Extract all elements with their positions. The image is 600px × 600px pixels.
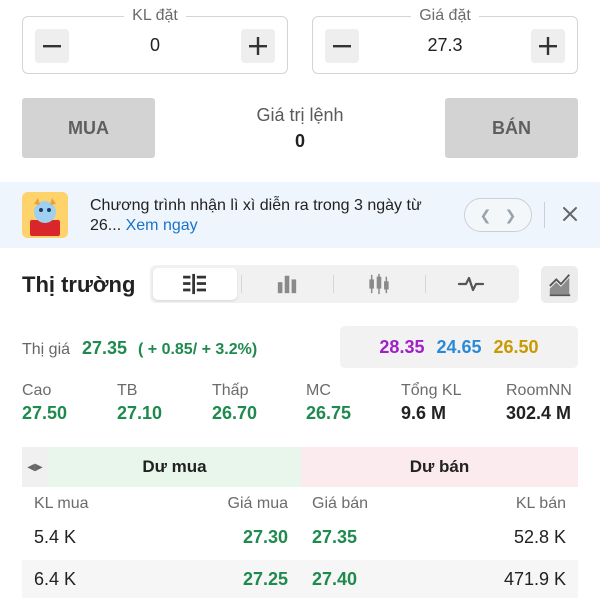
promo-text: Chương trình nhận lì xì diễn ra trong 3 … — [90, 196, 440, 236]
bar-chart-icon — [277, 275, 297, 294]
plus-icon — [539, 37, 557, 55]
ceiling-price: 28.35 — [379, 336, 425, 357]
orderbook-header: ◀▶ Dư mua Dư bán — [22, 447, 578, 487]
pulse-icon — [457, 276, 485, 292]
tab-candlestick-chart[interactable] — [337, 268, 421, 300]
minus-icon — [43, 45, 61, 48]
stat-average: TB 27.10 — [117, 382, 162, 424]
quantity-input[interactable]: 0 — [73, 35, 237, 56]
reference-prices: 28.35 24.65 26.50 — [340, 326, 578, 368]
sell-price: 27.40 — [312, 569, 358, 589]
stat-label: TB — [117, 382, 138, 399]
banner-pager: ❮ ❯ — [464, 198, 532, 232]
close-icon — [563, 207, 577, 221]
column-buy-qty: KL mua — [34, 495, 89, 512]
order-value: 0 — [294, 131, 305, 151]
stat-matched: MC 26.75 — [306, 382, 351, 424]
stat-value: 26.70 — [212, 403, 258, 423]
stat-foreign-room: RoomNN 302.4 M — [506, 382, 572, 424]
quantity-increase-button[interactable] — [241, 29, 275, 63]
market-view-tabs — [150, 265, 519, 303]
stat-value: 26.75 — [306, 403, 352, 423]
buy-side-header: Dư mua — [48, 447, 301, 487]
table-row: 5.4 K 27.30 27.35 52.8 K — [22, 518, 578, 556]
tab-orderbook[interactable] — [153, 268, 237, 300]
market-price-label: Thị giá — [22, 341, 71, 358]
price-change: ( + 0.85/ + 3.2%) — [138, 341, 258, 358]
stat-total-volume: Tổng KL 9.6 M — [401, 382, 461, 424]
stat-value: 9.6 M — [401, 403, 447, 423]
buy-price: 27.30 — [242, 527, 288, 547]
stat-label: MC — [306, 382, 331, 399]
stat-value: 302.4 M — [506, 403, 572, 423]
quantity-field[interactable]: KL đặt 0 — [22, 7, 288, 74]
banner-divider — [544, 202, 545, 228]
tab-volume-chart[interactable] — [245, 268, 329, 300]
stat-value: 27.10 — [117, 403, 163, 423]
column-sell-price: Giá bán — [312, 495, 369, 512]
sell-button[interactable]: BÁN — [445, 98, 578, 158]
stat-high: Cao 27.50 — [22, 382, 67, 424]
stat-label: Tổng KL — [401, 382, 462, 399]
area-chart-icon — [548, 273, 570, 296]
price-input[interactable]: 27.3 — [363, 35, 527, 56]
sell-qty: 471.9 K — [503, 569, 566, 589]
banner-close-button[interactable] — [556, 200, 584, 228]
buy-price: 27.25 — [242, 569, 288, 589]
advanced-chart-button[interactable] — [541, 266, 578, 303]
plus-icon — [249, 37, 267, 55]
orderbook-icon — [183, 273, 206, 295]
quantity-label: KL đặt — [124, 7, 186, 24]
buy-qty: 6.4 K — [34, 569, 77, 589]
market-title: Thị trường — [22, 272, 136, 297]
stat-label: Thấp — [212, 382, 249, 399]
minus-icon — [333, 45, 351, 48]
chevron-right-icon[interactable]: ❯ — [505, 207, 517, 224]
price-field[interactable]: Giá đặt 27.3 — [312, 7, 578, 74]
price-increase-button[interactable] — [531, 29, 565, 63]
stat-label: Cao — [22, 382, 52, 399]
sell-side-header: Dư bán — [301, 447, 578, 487]
sell-price: 27.35 — [312, 527, 358, 547]
stat-low: Thấp 26.70 — [212, 382, 257, 424]
reference-price: 26.50 — [493, 336, 539, 357]
price-label: Giá đặt — [411, 7, 479, 24]
expand-toggle-icon[interactable]: ◀▶ — [22, 447, 48, 487]
promo-link[interactable]: Xem ngay — [126, 217, 198, 234]
order-value-label: Giá trị lệnh — [256, 105, 344, 125]
stat-value: 27.50 — [22, 403, 68, 423]
table-row: 6.4 K 27.25 27.40 471.9 K — [22, 560, 578, 598]
buy-qty: 5.4 K — [34, 527, 77, 547]
price-decrease-button[interactable] — [325, 29, 359, 63]
market-price: 27.35 — [82, 338, 128, 358]
column-buy-price: Giá mua — [227, 495, 288, 512]
quantity-decrease-button[interactable] — [35, 29, 69, 63]
promo-image — [22, 192, 68, 238]
chevron-left-icon[interactable]: ❮ — [480, 207, 492, 224]
sell-qty: 52.8 K — [513, 527, 566, 547]
candlestick-icon — [369, 273, 389, 295]
stat-label: RoomNN — [506, 382, 572, 399]
tab-price-line[interactable] — [429, 268, 513, 300]
buy-button[interactable]: MUA — [22, 98, 155, 158]
column-sell-qty: KL bán — [515, 495, 566, 512]
floor-price: 24.65 — [436, 336, 482, 357]
